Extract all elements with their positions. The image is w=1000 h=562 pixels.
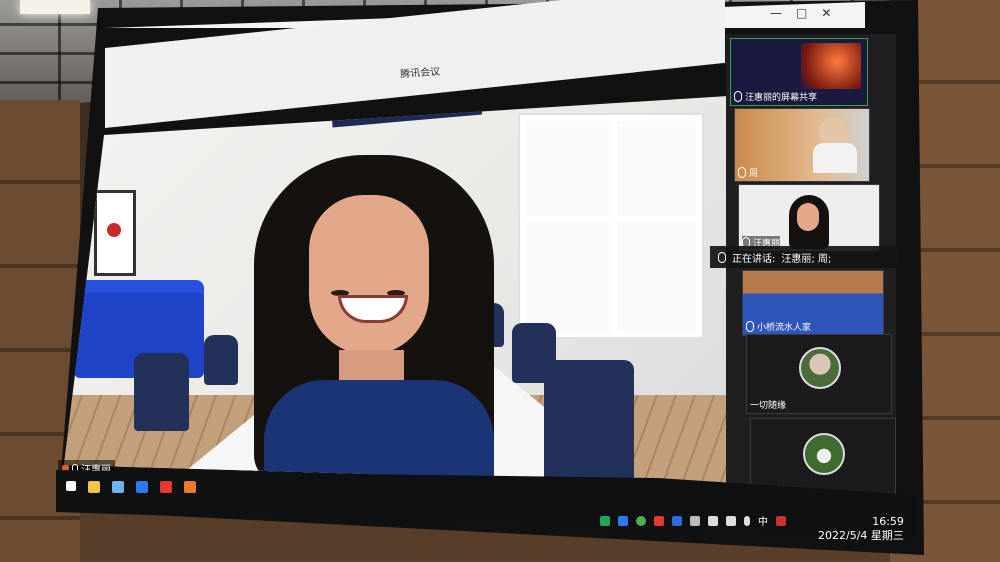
video-chair	[544, 360, 634, 480]
tile-name: 周	[749, 169, 759, 179]
speaking-prefix: 正在讲话:	[732, 253, 776, 265]
windows-start-icon[interactable]	[66, 481, 76, 491]
tencent-meeting-icon[interactable]	[136, 481, 148, 493]
video-chair	[204, 335, 238, 385]
video-player-icon[interactable]	[184, 481, 196, 493]
chrome-tray-icon[interactable]	[636, 515, 646, 526]
taskbar-apps	[66, 481, 196, 493]
system-tray: 中	[600, 513, 786, 528]
participant-face	[309, 195, 429, 355]
mic-icon	[738, 167, 746, 178]
screen-share-tile[interactable]: 汪惠丽的屏幕共享	[730, 38, 868, 106]
video-wall-art	[94, 190, 136, 276]
video-window-frame	[520, 115, 702, 337]
keyboard-icon[interactable]	[690, 515, 700, 526]
explorer-icon[interactable]	[88, 481, 100, 493]
screen-share-thumbnail	[801, 43, 861, 89]
avatar	[803, 433, 845, 475]
video-ceiling-light	[331, 106, 483, 128]
participant-tile[interactable]: 汪惠丽	[738, 184, 880, 252]
participant-sidebar: 汪惠丽的屏幕共享 周 汪惠丽 小桥流水人家 一切随缘	[726, 34, 896, 504]
avatar	[799, 347, 841, 389]
participant-body	[813, 143, 857, 173]
participant-tile[interactable]: 一切随缘	[746, 334, 892, 414]
meeting-tray-icon[interactable]	[618, 515, 628, 526]
tile-label: 周	[738, 166, 758, 179]
wps-writer-icon[interactable]	[112, 481, 124, 493]
mic-icon	[734, 91, 742, 102]
tile-label: 小桥流水人家	[746, 320, 811, 333]
tile-name: 一切随缘	[750, 401, 787, 411]
main-video-feed[interactable]	[64, 95, 744, 485]
sogou-ime-icon[interactable]	[776, 515, 786, 526]
tile-label: 汪惠丽的屏幕共享	[734, 90, 817, 103]
participant-shirt	[264, 380, 494, 485]
speaking-names: 汪惠丽; 周;	[781, 253, 832, 265]
tile-name: 小桥流水人家	[757, 323, 812, 333]
wps-icon[interactable]	[160, 481, 172, 493]
taskbar-clock[interactable]: 16:59 2022/5/4 星期三	[818, 515, 904, 543]
n-app-icon[interactable]	[600, 515, 610, 526]
minimize-button[interactable]: —	[770, 6, 782, 20]
mic-icon	[718, 251, 726, 263]
main-participant	[254, 155, 514, 485]
wps-tray-icon[interactable]	[654, 515, 664, 526]
window-controls: — □ ✕	[770, 6, 831, 20]
ime-indicator[interactable]: 中	[758, 513, 768, 528]
wifi-icon[interactable]	[708, 515, 718, 526]
tile-label: 一切随缘	[750, 398, 786, 411]
bluetooth-icon[interactable]	[672, 515, 682, 526]
clock-date: 2022/5/4 星期三	[818, 529, 904, 542]
participant-tile[interactable]: 周	[734, 108, 870, 182]
tile-name: 汪惠丽的屏幕共享	[745, 93, 818, 103]
meeting-window: 腾讯会议 — □ ✕ 汪惠丽 汪惠丽的屏幕共享 周 汪惠丽 小桥流水人家 一切随…	[0, 0, 1000, 562]
volume-icon[interactable]	[726, 515, 736, 526]
microphone-icon[interactable]	[744, 515, 750, 526]
maximize-button[interactable]: □	[796, 6, 807, 20]
close-button[interactable]: ✕	[821, 6, 831, 20]
clock-time: 16:59	[872, 515, 904, 528]
video-chair	[134, 353, 189, 431]
participant-tile[interactable]: 小桥流水人家	[742, 270, 884, 336]
mic-icon	[746, 321, 754, 332]
speaking-indicator: 正在讲话: 汪惠丽; 周;	[710, 246, 898, 268]
participant-face	[797, 203, 819, 231]
window-title: 腾讯会议	[399, 66, 441, 81]
